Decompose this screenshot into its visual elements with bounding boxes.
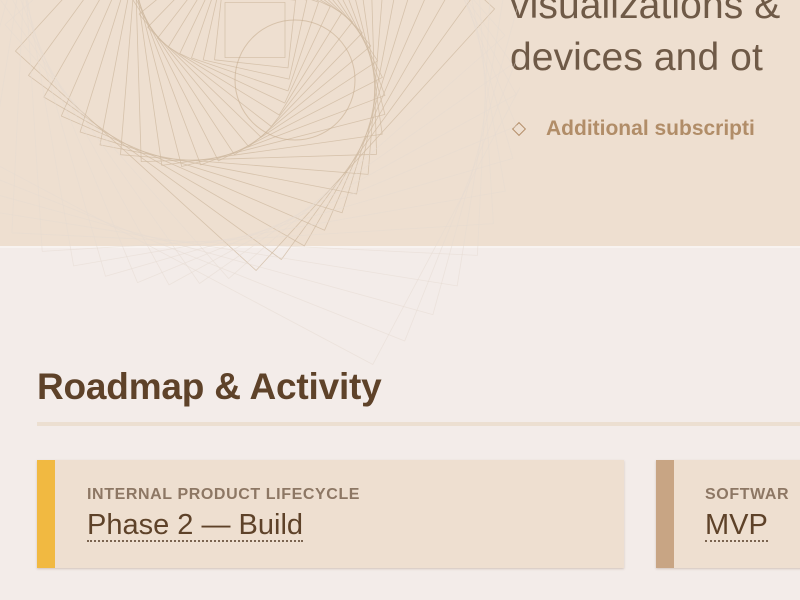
card-label: SOFTWAR: [705, 486, 790, 503]
hero-divider: [0, 246, 800, 248]
card-value-link[interactable]: Phase 2 — Build: [87, 510, 304, 543]
software-card: SOFTWAR MVP: [656, 460, 800, 568]
card-label: INTERNAL PRODUCT LIFECYCLE: [87, 486, 361, 503]
card-value-link[interactable]: MVP: [705, 510, 768, 543]
hero-bullet-item: Additional subscripti: [510, 116, 755, 142]
section-title: Roadmap & Activity: [37, 366, 382, 407]
lifecycle-card: INTERNAL PRODUCT LIFECYCLE Phase 2 — Bui…: [37, 460, 624, 568]
section-divider: [37, 422, 800, 426]
page: visualizations & devices and ot Addition…: [0, 0, 800, 600]
hero-banner: visualizations & devices and ot Addition…: [0, 0, 800, 246]
hero-bullet-text: Additional subscripti: [546, 117, 755, 140]
card-accent-bar: [37, 460, 55, 568]
card-accent-bar: [656, 460, 674, 568]
diamond-icon: [511, 121, 527, 137]
hero-text-line-2: devices and ot: [510, 36, 763, 79]
hero-text-line-1: visualizations &: [510, 0, 781, 27]
